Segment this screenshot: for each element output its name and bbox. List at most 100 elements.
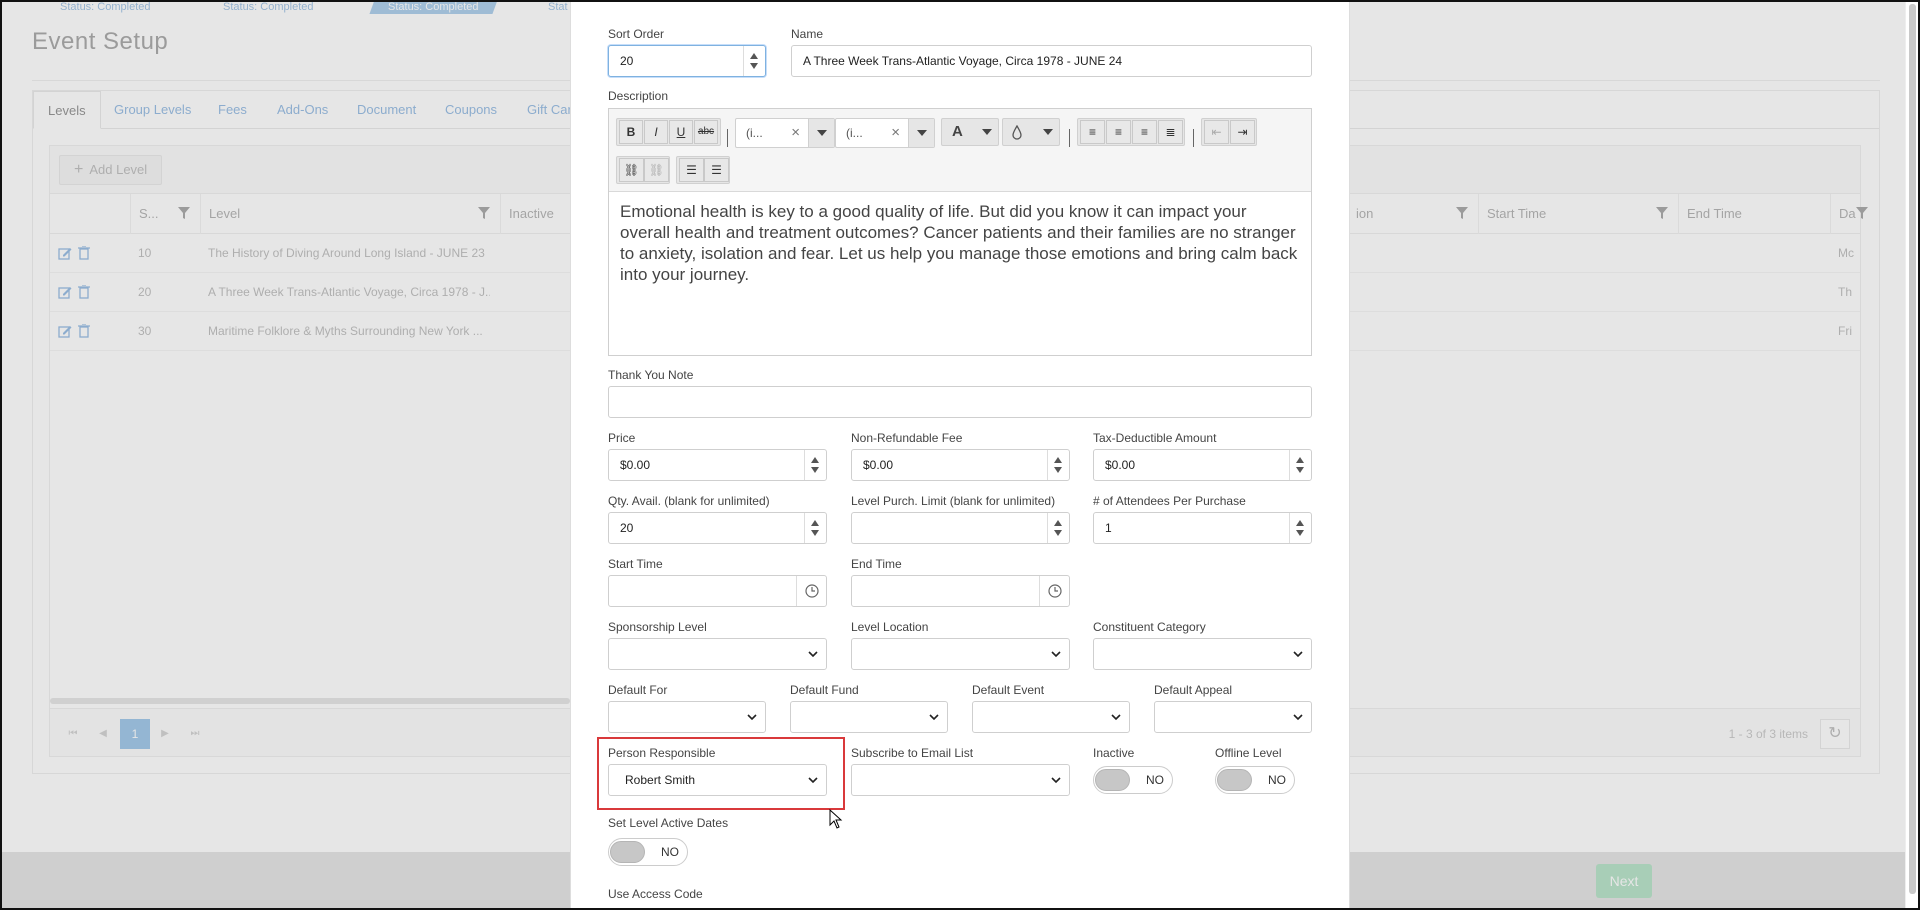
chevron-down-icon — [1051, 777, 1061, 784]
indent-icon[interactable]: ⇥ — [1230, 120, 1255, 144]
chevron-down-icon — [1051, 651, 1061, 658]
unlink-icon[interactable]: ⛓ — [644, 158, 669, 182]
highlight-box — [597, 737, 845, 810]
default-for-label: Default For — [608, 683, 668, 697]
font-color-icon: A — [952, 123, 963, 140]
sort-order-value: 20 — [620, 54, 634, 68]
align-center-icon[interactable]: ≡ — [1106, 120, 1131, 144]
droplet-icon — [1012, 125, 1022, 140]
qty-avail-value: 20 — [620, 521, 634, 535]
chevron-down-icon[interactable] — [908, 119, 934, 147]
clock-icon[interactable] — [1039, 576, 1069, 606]
sponsorship-level-select[interactable] — [608, 638, 827, 670]
bullet-list-icon[interactable]: ☰ — [704, 158, 729, 182]
clear-icon[interactable]: × — [891, 119, 900, 147]
underline-button[interactable]: U — [669, 120, 693, 144]
level-location-label: Level Location — [851, 620, 929, 634]
font-size-value: (i... — [846, 126, 863, 140]
level-location-select[interactable] — [851, 638, 1070, 670]
align-group: ≡ ≡ ≡ ≣ — [1077, 118, 1185, 146]
tax-deductible-label: Tax-Deductible Amount — [1093, 431, 1217, 445]
background-color-button[interactable] — [1002, 118, 1060, 146]
attendees-stepper[interactable] — [1289, 513, 1311, 543]
description-editor: B I U abc (i... × (i... × A ≡ ≡ ≡ ≣ ⇤ ⇥ … — [608, 108, 1312, 356]
offline-level-label: Offline Level — [1215, 746, 1282, 760]
editor-toolbar: B I U abc (i... × (i... × A ≡ ≡ ≡ ≣ ⇤ ⇥ … — [609, 109, 1311, 192]
indent-group: ⇤ ⇥ — [1201, 118, 1257, 146]
price-stepper[interactable] — [804, 450, 826, 480]
chevron-down-icon — [1043, 129, 1053, 135]
sort-order-stepper[interactable] — [743, 46, 765, 76]
active-dates-label: Set Level Active Dates — [608, 816, 729, 830]
qty-avail-stepper[interactable] — [804, 513, 826, 543]
outdent-icon[interactable]: ⇤ — [1204, 120, 1229, 144]
ordered-list-icon[interactable]: ☰ — [679, 158, 704, 182]
tax-deductible-input[interactable]: $0.00 — [1093, 449, 1312, 481]
non-refundable-fee-input[interactable]: $0.00 — [851, 449, 1070, 481]
end-time-label: End Time — [851, 557, 902, 571]
scrollbar-thumb[interactable] — [1909, 4, 1916, 894]
offline-level-toggle[interactable]: NO — [1215, 766, 1295, 794]
attendees-label: # of Attendees Per Purchase — [1093, 494, 1246, 508]
name-input[interactable]: A Three Week Trans-Atlantic Voyage, Circ… — [791, 45, 1312, 77]
start-time-input[interactable] — [608, 575, 827, 607]
italic-button[interactable]: I — [644, 120, 668, 144]
font-name-combo[interactable]: (i... × — [735, 118, 835, 148]
sort-order-label: Sort Order — [608, 27, 665, 41]
chevron-down-icon — [982, 129, 992, 135]
default-fund-label: Default Fund — [790, 683, 859, 697]
default-event-label: Default Event — [972, 683, 1045, 697]
price-label: Price — [608, 431, 636, 445]
description-label: Description — [608, 89, 669, 103]
page-scrollbar[interactable] — [1905, 0, 1918, 910]
bold-button[interactable]: B — [619, 120, 643, 144]
align-left-icon[interactable]: ≡ — [1080, 120, 1105, 144]
toolbar-separator — [1069, 129, 1070, 147]
constituent-category-select[interactable] — [1093, 638, 1312, 670]
end-time-input[interactable] — [851, 575, 1070, 607]
clear-icon[interactable]: × — [791, 119, 800, 147]
non-refundable-fee-label: Non-Refundable Fee — [851, 431, 963, 445]
active-dates-toggle[interactable]: NO — [608, 838, 688, 866]
chevron-down-icon — [1293, 651, 1303, 658]
thank-you-note-label: Thank You Note — [608, 368, 694, 382]
chevron-down-icon[interactable] — [808, 119, 834, 147]
link-group: ⛓ ⛓ — [616, 156, 670, 184]
chevron-down-icon — [929, 714, 939, 721]
inactive-label: Inactive — [1093, 746, 1135, 760]
default-fund-select[interactable] — [790, 701, 948, 733]
qty-avail-input[interactable]: 20 — [608, 512, 827, 544]
thank-you-note-input[interactable] — [608, 386, 1312, 418]
sort-order-input[interactable]: 20 — [608, 45, 766, 77]
align-right-icon[interactable]: ≡ — [1132, 120, 1157, 144]
price-input[interactable]: $0.00 — [608, 449, 827, 481]
inactive-toggle[interactable]: NO — [1093, 766, 1173, 794]
clock-icon[interactable] — [796, 576, 826, 606]
default-for-select[interactable] — [608, 701, 766, 733]
tax-deductible-stepper[interactable] — [1289, 450, 1311, 480]
description-text[interactable]: Emotional health is key to a good qualit… — [620, 201, 1300, 285]
link-icon[interactable]: ⛓ — [619, 158, 644, 182]
strikethrough-button[interactable]: abc — [694, 120, 718, 144]
font-size-combo[interactable]: (i... × — [835, 118, 935, 148]
default-event-select[interactable] — [972, 701, 1130, 733]
purch-limit-input[interactable] — [851, 512, 1070, 544]
chevron-down-icon — [1111, 714, 1121, 721]
attendees-value: 1 — [1105, 521, 1112, 535]
subscribe-email-label: Subscribe to Email List — [851, 746, 974, 760]
tax-deductible-value: $0.00 — [1105, 458, 1136, 472]
chevron-down-icon — [747, 714, 757, 721]
toolbar-separator — [727, 129, 728, 147]
non-refundable-fee-stepper[interactable] — [1047, 450, 1069, 480]
inactive-toggle-value: NO — [1146, 773, 1164, 787]
purch-limit-label: Level Purch. Limit (blank for unlimited) — [851, 494, 1056, 508]
purch-limit-stepper[interactable] — [1047, 513, 1069, 543]
align-justify-icon[interactable]: ≣ — [1158, 120, 1183, 144]
access-code-label: Use Access Code — [608, 887, 703, 901]
price-value: $0.00 — [620, 458, 651, 472]
default-appeal-select[interactable] — [1154, 701, 1312, 733]
font-color-button[interactable]: A — [941, 118, 999, 146]
subscribe-email-select[interactable] — [851, 764, 1070, 796]
toggle-knob — [1095, 769, 1130, 791]
attendees-input[interactable]: 1 — [1093, 512, 1312, 544]
